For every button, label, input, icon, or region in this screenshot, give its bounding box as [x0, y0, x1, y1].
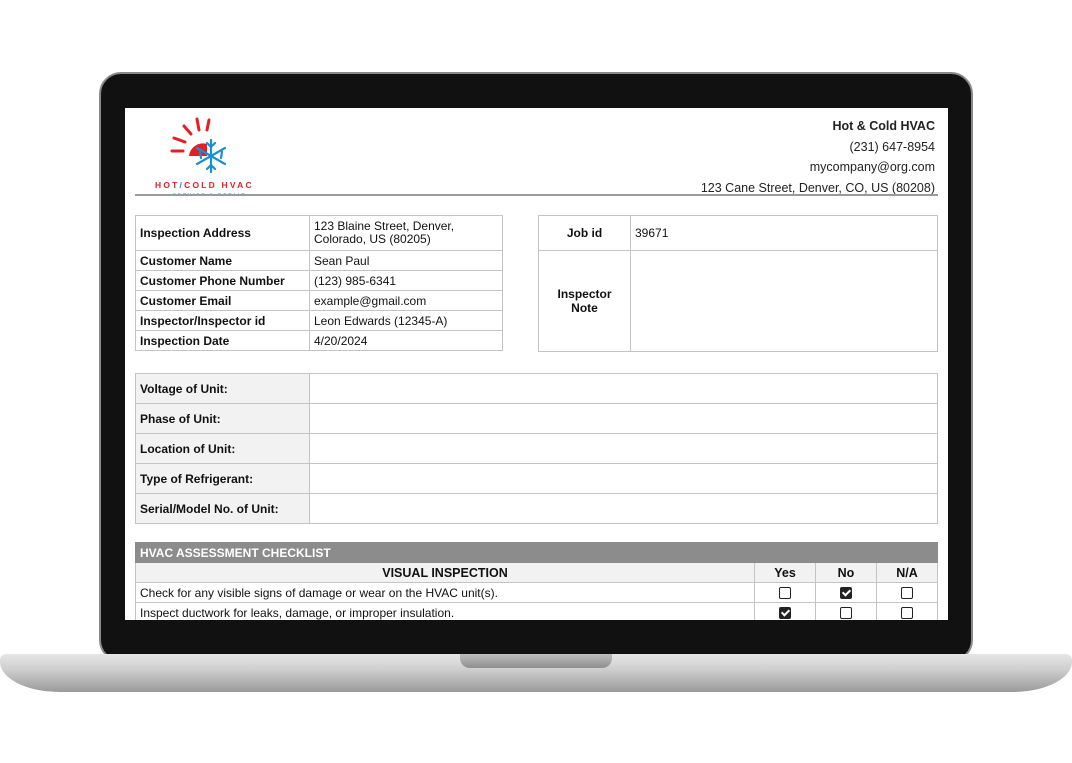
- job-table: Job id 39671 Inspector Note: [538, 215, 938, 352]
- customer-email-value[interactable]: example@gmail.com: [309, 290, 503, 311]
- inspection-date-value[interactable]: 4/20/2024: [309, 330, 503, 351]
- col-na-header: N/A: [876, 562, 938, 583]
- customer-email-label: Customer Email: [135, 290, 310, 311]
- voltage-field[interactable]: [309, 373, 938, 404]
- company-info: Hot & Cold HVAC (231) 647-8954 mycompany…: [701, 116, 935, 198]
- checkbox-na[interactable]: [901, 587, 913, 600]
- checklist-item-text: Inspect ductwork for leaks, damage, or i…: [135, 602, 755, 620]
- checkbox-yes[interactable]: [779, 587, 791, 600]
- checklist-item-text: Check for any visible signs of damage or…: [135, 582, 755, 603]
- customer-phone-label: Customer Phone Number: [135, 270, 310, 291]
- checklist-row: Inspect ductwork for leaks, damage, or i…: [135, 602, 938, 620]
- checkbox-yes[interactable]: [779, 607, 791, 620]
- company-name: Hot & Cold HVAC: [832, 119, 935, 133]
- checkbox-na[interactable]: [901, 607, 913, 620]
- location-field[interactable]: [309, 433, 938, 464]
- customer-name-value[interactable]: Sean Paul: [309, 250, 503, 271]
- sun-snowflake-icon: [170, 117, 227, 174]
- inspector-note-field[interactable]: [630, 250, 938, 352]
- job-id-label: Job id: [538, 215, 631, 251]
- note-label-line-2: Note: [571, 301, 598, 315]
- section-heading: VISUAL INSPECTION: [135, 562, 755, 583]
- company-logo: HOT/COLD HVAC SERVICE & REPAIR: [139, 116, 269, 197]
- document-screen: HOT/COLD HVAC SERVICE & REPAIR Hot & Col…: [125, 108, 948, 620]
- customer-phone-value[interactable]: (123) 985-6341: [309, 270, 503, 291]
- assessment-checklist-table: HVAC ASSESSMENT CHECKLIST VISUAL INSPECT…: [135, 542, 938, 620]
- logo-text: HOT/COLD HVAC: [155, 180, 254, 190]
- address-line-2: Colorado, US (80205): [314, 232, 431, 246]
- company-email: mycompany@org.com: [809, 160, 935, 174]
- inspection-address-value[interactable]: 123 Blaine Street, Denver, Colorado, US …: [309, 215, 503, 251]
- inspector-label: Inspector/Inspector id: [135, 310, 310, 331]
- laptop-notch: [460, 654, 612, 668]
- refrigerant-field[interactable]: [309, 463, 938, 494]
- inspector-note-label: Inspector Note: [538, 250, 631, 352]
- inspection-address-label: Inspection Address: [135, 215, 310, 251]
- checkbox-no[interactable]: [840, 607, 852, 620]
- voltage-label: Voltage of Unit:: [135, 373, 310, 404]
- refrigerant-label: Type of Refrigerant:: [135, 463, 310, 494]
- checkbox-no[interactable]: [840, 587, 852, 600]
- serial-label: Serial/Model No. of Unit:: [135, 493, 310, 524]
- job-id-value[interactable]: 39671: [630, 215, 938, 251]
- customer-name-label: Customer Name: [135, 250, 310, 271]
- header-divider: [135, 194, 938, 196]
- unit-details-table: Voltage of Unit: Phase of Unit: Location…: [135, 373, 938, 524]
- col-yes-header: Yes: [754, 562, 816, 583]
- note-label-line-1: Inspector: [557, 287, 612, 301]
- company-phone: (231) 647-8954: [849, 139, 935, 154]
- inspector-value[interactable]: Leon Edwards (12345-A): [309, 310, 503, 331]
- checklist-title: HVAC ASSESSMENT CHECKLIST: [135, 542, 938, 563]
- checklist-row: Check for any visible signs of damage or…: [135, 582, 938, 603]
- location-label: Location of Unit:: [135, 433, 310, 464]
- col-no-header: No: [815, 562, 877, 583]
- inspection-info-table: Inspection Address 123 Blaine Street, De…: [135, 215, 503, 351]
- inspection-date-label: Inspection Date: [135, 330, 310, 351]
- phase-field[interactable]: [309, 403, 938, 434]
- serial-field[interactable]: [309, 493, 938, 524]
- phase-label: Phase of Unit:: [135, 403, 310, 434]
